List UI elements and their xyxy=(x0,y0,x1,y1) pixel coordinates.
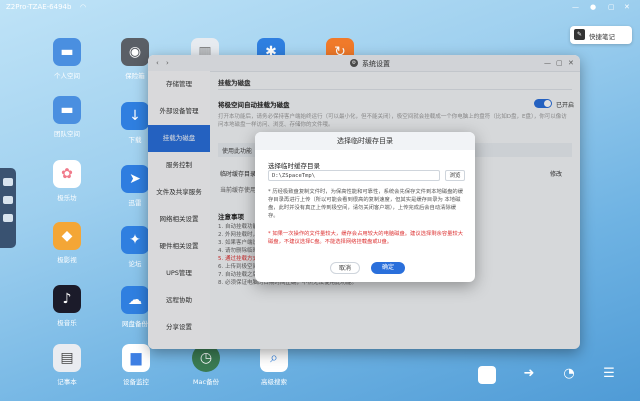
thunder-icon: ➤ xyxy=(121,165,149,193)
left-dock xyxy=(0,168,16,248)
minimize-icon[interactable]: — xyxy=(572,3,579,11)
film-icon: ◆ xyxy=(53,222,81,250)
app-label: 极影视 xyxy=(57,256,77,264)
bar-chart-icon: ▆ xyxy=(122,344,150,372)
close-icon[interactable]: ✕ xyxy=(624,3,630,11)
team-folder-icon: ▬ xyxy=(53,96,81,124)
dialog-note: * 历经极致盘复制文件时，为保高性能和可靠性，系统会先保存文件到本地磁盘的缓存目… xyxy=(268,189,464,219)
app-label: 个人空间 xyxy=(54,72,80,80)
dialog-warning: * 如果一次操作的文件量较大，缓存会占用较大的电脑磁盘。建议选择剩余容量较大磁盘… xyxy=(268,231,464,245)
app-music[interactable]: ♪ 极音乐 xyxy=(45,285,89,327)
app-label: 记事本 xyxy=(57,378,77,386)
quick-note-label: 快捷笔记 xyxy=(589,33,615,41)
dialog-label: 选择临时缓存目录 xyxy=(268,162,320,170)
browse-button[interactable]: 浏览 xyxy=(445,170,465,181)
app-personal-space[interactable]: ▬ 个人空间 xyxy=(45,38,89,80)
app-label: 团队空间 xyxy=(54,130,80,138)
app-label: 极音乐 xyxy=(57,319,77,327)
download-icon: ↓ xyxy=(121,102,149,130)
flower-icon: ✿ xyxy=(53,160,81,188)
app-jileyuan[interactable]: ✿ 极乐坊 xyxy=(45,160,89,202)
forward-icon[interactable]: ➜ xyxy=(520,366,538,384)
system-top-bar: Z2Pro-TZAE-6494b ◠ — ● ▢ ✕ xyxy=(0,0,640,16)
device-name: Z2Pro-TZAE-6494b xyxy=(6,3,72,11)
app-label: 设备监控 xyxy=(123,378,149,386)
wifi-icon: ◠ xyxy=(80,3,87,11)
cache-dir-dialog: 选择临时缓存目录 选择临时缓存目录 D:\ZSpaceTmp\ 浏览 * 历经极… xyxy=(255,132,475,282)
forum-icon: ✦ xyxy=(121,226,149,254)
cache-path-input[interactable]: D:\ZSpaceTmp\ xyxy=(268,170,440,181)
desktop-icon[interactable] xyxy=(3,178,13,186)
quick-note-button[interactable]: ✎ 快捷笔记 xyxy=(570,26,632,44)
notepad-icon: ▤ xyxy=(53,344,81,372)
app-label: 极乐坊 xyxy=(57,194,77,202)
app-advanced-search[interactable]: ⌕ 高级搜索 xyxy=(248,344,300,386)
maximize-icon[interactable]: ▢ xyxy=(608,3,615,11)
dialog-title: 选择临时缓存目录 xyxy=(255,132,475,150)
music-note-icon: ♪ xyxy=(53,285,81,313)
app-team-space[interactable]: ▬ 团队空间 xyxy=(45,96,89,138)
app-device-monitor[interactable]: ▆ 设备监控 xyxy=(110,344,162,386)
app-mac-backup[interactable]: ◷ Mac备份 xyxy=(180,344,232,386)
app-notepad[interactable]: ▤ 记事本 xyxy=(45,344,89,386)
cloud-backup-icon: ☁ xyxy=(121,286,149,314)
user-icon[interactable]: ● xyxy=(590,3,596,11)
list-icon[interactable]: ☰ xyxy=(600,366,618,384)
safe-icon: ◉ xyxy=(121,38,149,66)
app-bottom-1[interactable] xyxy=(478,366,496,384)
app-label: Mac备份 xyxy=(192,378,220,386)
history-icon[interactable]: ◔ xyxy=(560,366,578,384)
app-label: 高级搜索 xyxy=(261,378,287,386)
settings-icon[interactable] xyxy=(3,214,13,222)
folder-icon: ▬ xyxy=(53,38,81,66)
note-icon: ✎ xyxy=(574,29,585,40)
cancel-button[interactable]: 取消 xyxy=(330,262,360,274)
confirm-button[interactable]: 确定 xyxy=(371,262,405,274)
app-video[interactable]: ◆ 极影视 xyxy=(45,222,89,264)
device-icon[interactable] xyxy=(3,196,13,204)
